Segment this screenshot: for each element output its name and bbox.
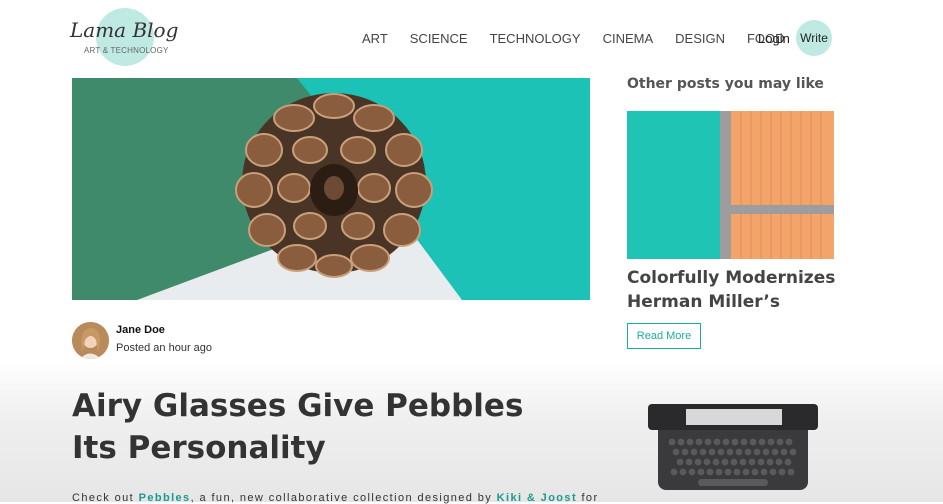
login-link[interactable]: Login	[758, 31, 790, 46]
nav-link-technology[interactable]: TECHNOLOGY	[490, 31, 581, 46]
nav-link-science[interactable]: SCIENCE	[410, 31, 468, 46]
sidebar-heading: Other posts you may like	[627, 76, 824, 92]
author-avatar[interactable]	[72, 322, 109, 359]
logo-title: Lama Blog	[70, 18, 179, 42]
post-body-text: Check out Pebbles, a fun, new collaborat…	[72, 492, 597, 504]
logo-subtitle: ART & TECHNOLOGY	[84, 46, 169, 55]
kiki-joost-link[interactable]: Kiki & Joost	[497, 492, 577, 504]
pebbles-link[interactable]: Pebbles	[139, 492, 191, 504]
write-button[interactable]: Write	[796, 20, 832, 56]
post-time: Posted an hour ago	[116, 342, 213, 354]
body-middle: , a fun, new collaborative collection de…	[190, 492, 497, 504]
post-hero-image	[72, 78, 590, 300]
nav-link-cinema[interactable]: CINEMA	[603, 31, 654, 46]
nav-link-design[interactable]: DESIGN	[675, 31, 725, 46]
post-title: Airy Glasses Give Pebbles Its Personalit…	[72, 388, 524, 466]
main-nav: ART SCIENCE TECHNOLOGY CINEMA DESIGN FOO…	[362, 31, 807, 46]
author-name[interactable]: Jane Doe	[116, 324, 165, 336]
body-suffix: for	[577, 492, 599, 504]
site-logo[interactable]: Lama Blog ART & TECHNOLOGY	[70, 8, 178, 66]
keyboard-image[interactable]	[648, 404, 818, 490]
nav-link-art[interactable]: ART	[362, 31, 388, 46]
read-more-button[interactable]: Read More	[627, 323, 701, 349]
body-prefix: Check out	[72, 492, 139, 504]
sidebar-post-title[interactable]: Colorfully Modernizes Herman Miller’s	[627, 266, 857, 314]
sidebar-post-image[interactable]	[627, 111, 834, 259]
